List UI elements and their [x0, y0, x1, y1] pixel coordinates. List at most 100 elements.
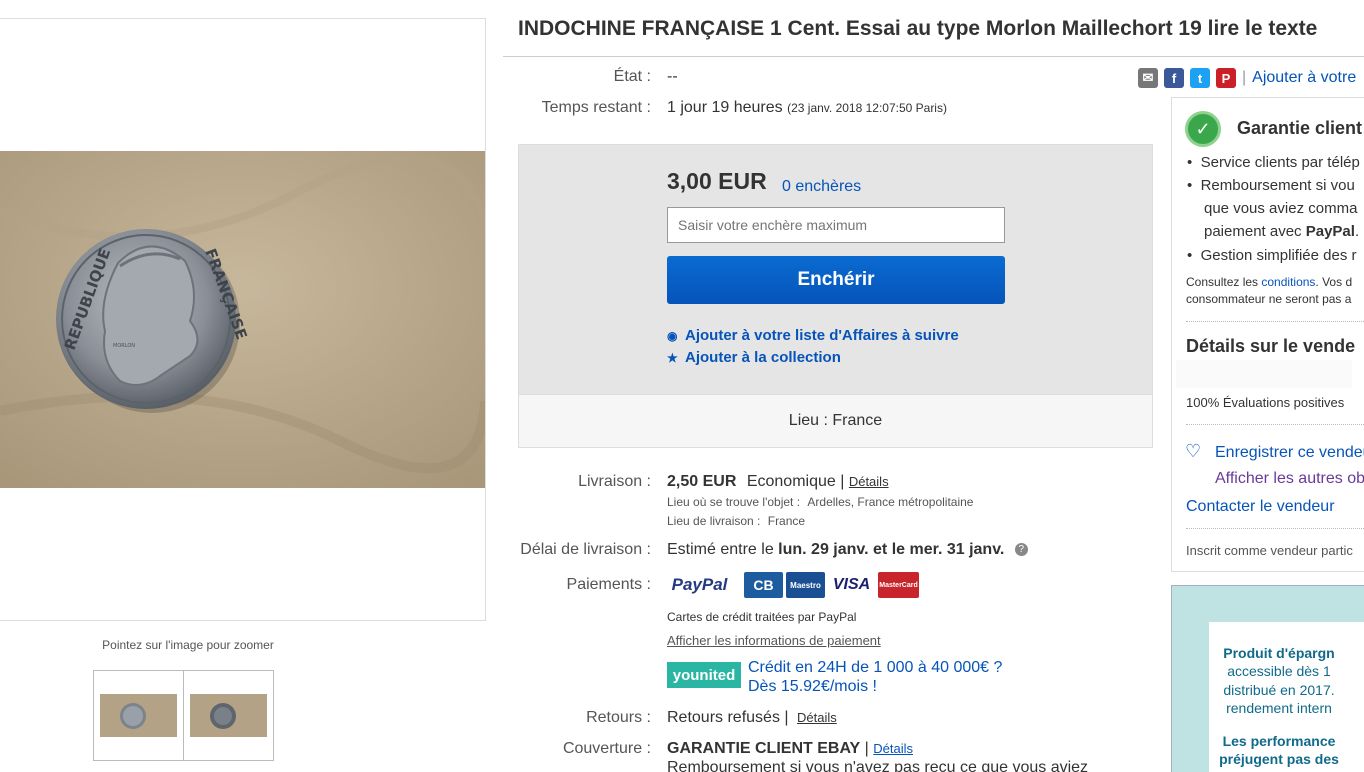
end-date: (23 janv. 2018 12:07:50 Paris) [787, 101, 947, 115]
returns-label: Retours : [586, 709, 651, 726]
add-to-collection[interactable]: ★ Ajouter à la collection [667, 349, 841, 366]
pinterest-icon[interactable]: P [1216, 68, 1236, 88]
title-divider [503, 56, 1364, 57]
thumbnail-1[interactable] [93, 670, 184, 761]
separator [1186, 321, 1364, 322]
shipping-label: Livraison : [578, 473, 651, 490]
guarantee-bullet-2b: que vous aviez comma [1204, 200, 1358, 217]
coverage-label: Couverture : [562, 740, 651, 757]
max-bid-input[interactable] [667, 207, 1005, 243]
guarantee-bullet-3-text: Gestion simplifiée des r [1200, 247, 1357, 264]
item-location-row: Lieu où se trouve l'objet : Ardelles, Fr… [667, 495, 973, 509]
bid-count-link[interactable]: 0 enchères [782, 178, 861, 196]
seller-name-placeholder [1176, 360, 1352, 388]
ad-banner[interactable]: Produit d'épargn accessible dès 1 distri… [1171, 585, 1364, 772]
younited-logo[interactable]: younited [667, 662, 741, 688]
time-left: 1 jour 19 heures (23 janv. 2018 12:07:50… [667, 99, 947, 117]
ship-to-value: France [767, 514, 806, 528]
coverage-line-2: Remboursement si vous n'avez pas reçu ce… [667, 759, 1089, 772]
coin-signature: MORLON [113, 343, 135, 349]
seller-type: Inscrit comme vendeur partic [1186, 543, 1353, 558]
ship-to-label: Lieu de livraison : [667, 514, 761, 528]
add-to-watch-list[interactable]: ◉ Ajouter à votre liste d'Affaires à suiv… [667, 327, 959, 344]
ad-line-1: Produit d'épargn [1223, 645, 1335, 661]
time-left-label: Temps restant : [541, 99, 651, 116]
payment-info-link[interactable]: Afficher les informations de paiement [667, 633, 881, 648]
ship-to-row: Lieu de livraison : France [667, 514, 805, 528]
add-to-watchlist-link[interactable]: Ajouter à votre [1252, 69, 1356, 87]
item-location-label: Lieu où se trouve l'objet : [667, 495, 801, 509]
credit-line-2: Dès 15.92€/mois ! [748, 678, 877, 695]
paypal-prefix: paiement avec [1204, 223, 1306, 240]
positive-feedback: 100% Évaluations positives [1186, 395, 1345, 410]
delivery-row: Estimé entre le lun. 29 janv. et le mer.… [667, 541, 1028, 559]
main-item-photo[interactable]: REPUBLIQUE FRANÇAISE MORLON [0, 151, 485, 488]
zoom-hint: Pointez sur l'image pour zoomer [102, 638, 274, 652]
conditions-suffix: . Vos d [1315, 275, 1353, 289]
heart-icon[interactable]: ♡ [1185, 441, 1201, 462]
guarantee-bullet-2: • Remboursement si vou [1187, 177, 1355, 194]
ad-line-6: préjugent pas des [1219, 751, 1339, 767]
delivery-label: Délai de livraison : [520, 541, 651, 558]
returns-details-link[interactable]: Détails [797, 710, 837, 725]
shipping-price: 2,50 EUR [667, 473, 737, 490]
credit-line-1: Crédit en 24H de 1 000 à 40 000€ ? [748, 659, 1003, 676]
location-bar: Lieu : France [519, 394, 1152, 447]
twitter-icon[interactable]: t [1190, 68, 1210, 88]
guarantee-bullet-2-text: Remboursement si vou [1200, 177, 1355, 194]
paypal-logo: PayPal [671, 575, 728, 594]
thumbnail-2[interactable] [183, 670, 274, 761]
seller-heading: Détails sur le vende [1186, 336, 1356, 356]
save-seller-link[interactable]: Enregistrer ce vendeu [1215, 444, 1364, 462]
email-icon[interactable]: ✉ [1138, 68, 1158, 88]
thumbnail-1-image [100, 694, 177, 737]
condition-label: État : [613, 68, 651, 85]
ad-line-3: distribué en 2017. [1223, 682, 1335, 698]
conditions-note: Consultez les conditions. Vos d [1186, 275, 1352, 289]
time-left-value: 1 jour 19 heures [667, 99, 783, 116]
ad-line-2: accessible dès 1 [1227, 663, 1331, 679]
conditions-link[interactable]: conditions [1261, 275, 1315, 289]
paypal-bold: PayPal [1305, 223, 1355, 240]
share-separator: | [1242, 69, 1247, 86]
facebook-icon[interactable]: f [1164, 68, 1184, 88]
visa-logo: VISA [829, 572, 874, 598]
thumbnail-2-image [190, 694, 267, 737]
watch-list-label: Ajouter à votre liste d'Affaires à suivr… [685, 327, 959, 344]
guarantee-bullet-1-text: Service clients par télép [1200, 154, 1360, 171]
ad-line-5: Les performance [1222, 733, 1336, 749]
conditions-prefix: Consultez les [1186, 275, 1262, 289]
star-icon: ★ [667, 351, 678, 365]
coverage-separator: | [864, 740, 869, 757]
credit-offer-link[interactable]: Crédit en 24H de 1 000 à 40 000€ ? Dès 1… [748, 658, 1002, 696]
coverage-details-link[interactable]: Détails [873, 741, 913, 756]
eye-icon: ◉ [667, 329, 678, 343]
guarantee-bullet-1: • Service clients par télép [1187, 154, 1360, 171]
shipping-method: Economique | [746, 473, 845, 490]
contact-seller-link[interactable]: Contacter le vendeur [1186, 498, 1335, 516]
delivery-prefix: Estimé entre le [667, 541, 774, 558]
item-location-value: Ardelles, France métropolitaine [807, 495, 974, 509]
bid-box: 3,00 EUR 0 enchères Enchérir ◉ Ajouter à … [518, 144, 1153, 448]
guarantee-title: Garantie client [1237, 118, 1363, 138]
help-icon[interactable]: ? [1014, 543, 1028, 557]
shipping-row: 2,50 EUR Economique | Détails [667, 473, 889, 491]
guarantee-bullet-3: • Gestion simplifiée des r [1187, 247, 1357, 264]
place-bid-button[interactable]: Enchérir [667, 256, 1005, 304]
returns-row: Retours refusés | Détails [667, 709, 837, 727]
current-price: 3,00 EUR [667, 168, 767, 194]
shipping-details-link[interactable]: Détails [849, 474, 889, 489]
collection-label: Ajouter à la collection [685, 349, 841, 366]
item-location: Lieu : France [788, 412, 883, 429]
returns-value: Retours refusés | [667, 709, 789, 726]
other-items-link[interactable]: Afficher les autres obj [1215, 470, 1364, 488]
payments-label: Paiements : [566, 576, 651, 593]
coverage-value: GARANTIE CLIENT EBAY [667, 740, 861, 757]
cb-logo: CB [744, 572, 783, 598]
guarantee-panel: ✓ Garantie client • Service clients par … [1171, 97, 1364, 572]
item-title: INDOCHINE FRANÇAISE 1 Cent. Essai au typ… [518, 17, 1318, 40]
consumer-note: consommateur ne seront pas a [1186, 292, 1352, 306]
delivery-dates: lun. 29 janv. et le mer. 31 janv. [778, 541, 1005, 558]
coverage-row: GARANTIE CLIENT EBAY | Détails [667, 740, 913, 758]
separator [1186, 424, 1364, 425]
